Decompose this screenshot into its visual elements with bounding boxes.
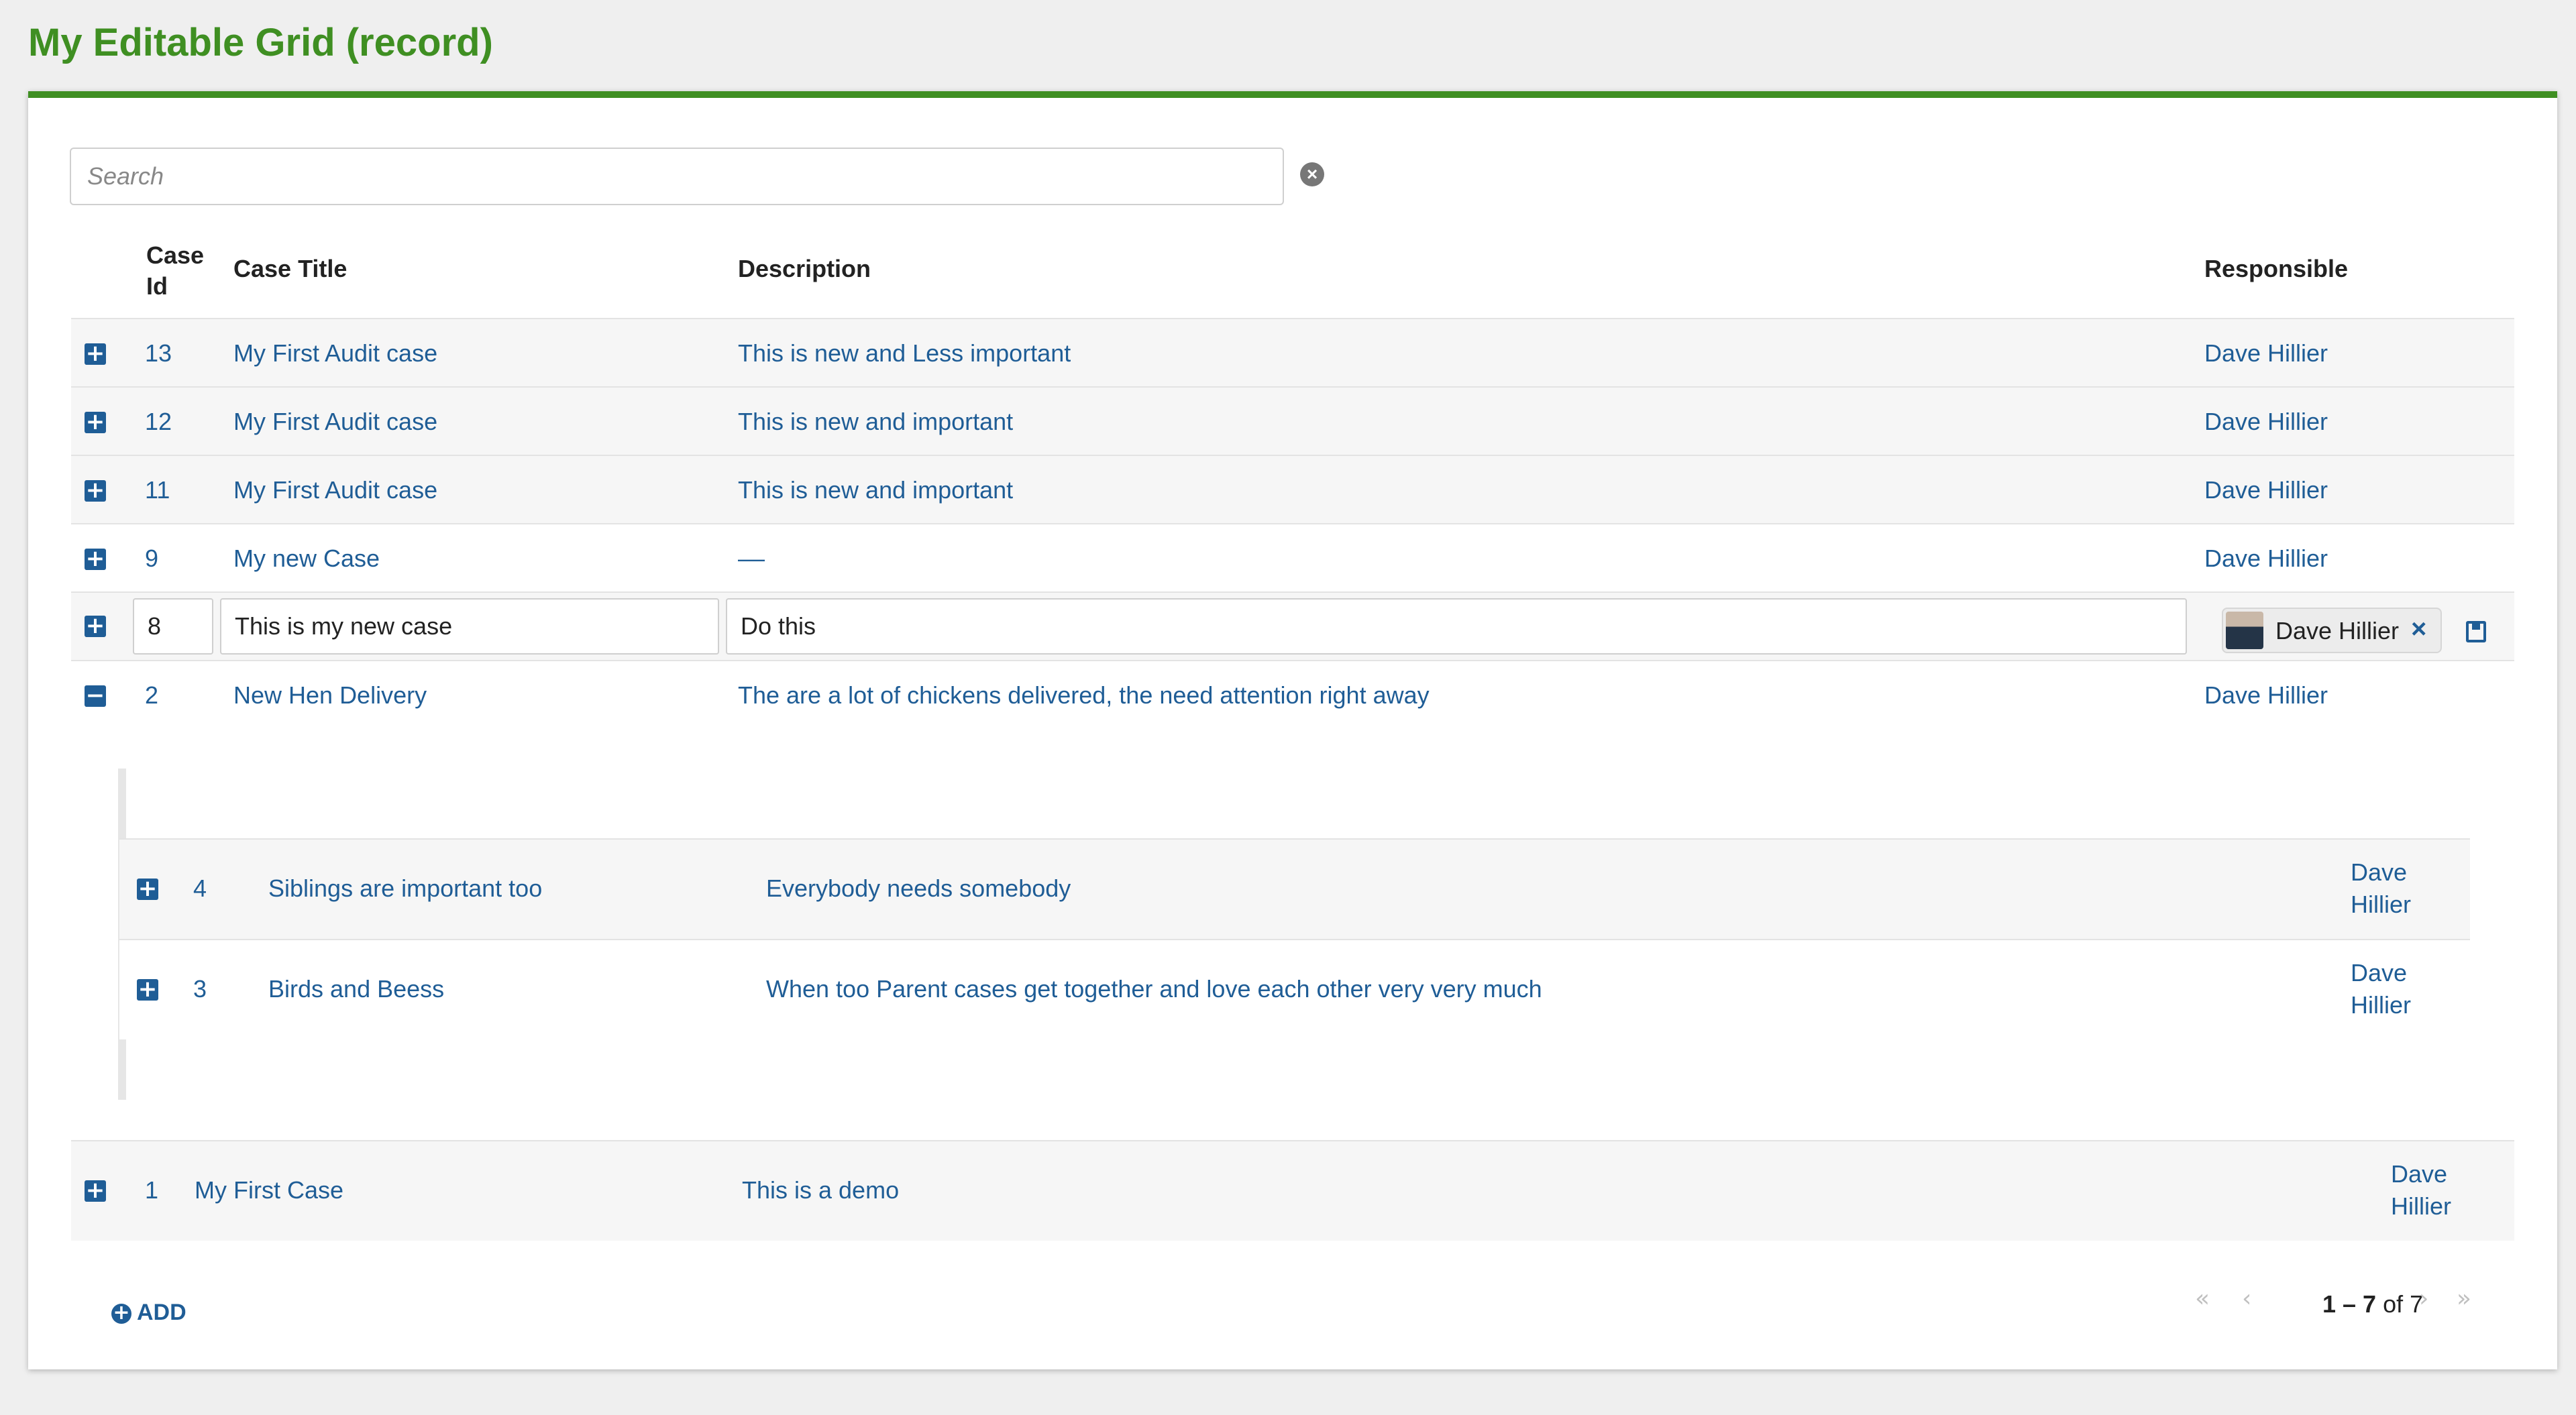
expand-row-icon[interactable]: + bbox=[85, 342, 106, 365]
case-title[interactable]: My First Audit case bbox=[233, 476, 437, 504]
table-row[interactable]: + 1 My First Case This is a demo Dave Hi… bbox=[71, 1140, 2514, 1241]
column-header-responsible[interactable]: Responsible bbox=[2204, 255, 2348, 283]
add-label: ADD bbox=[137, 1300, 186, 1325]
case-title[interactable]: My First Case bbox=[195, 1176, 343, 1204]
case-title[interactable]: New Hen Delivery bbox=[233, 681, 427, 710]
page-range: 1 – 7 bbox=[2322, 1290, 2377, 1318]
case-description[interactable]: The are a lot of chickens delivered, the… bbox=[738, 681, 1430, 710]
expanded-row[interactable]: − 2 New Hen Delivery The are a lot of ch… bbox=[71, 660, 2514, 728]
case-id[interactable]: 1 bbox=[145, 1176, 158, 1204]
expand-row-icon[interactable]: + bbox=[137, 978, 158, 1001]
case-description[interactable]: This is new and important bbox=[738, 476, 1013, 504]
child-row[interactable]: + 3 Birds and Beess When too Parent case… bbox=[119, 939, 2470, 1039]
case-responsible-first[interactable]: Dave bbox=[2351, 959, 2407, 987]
case-title[interactable]: My new Case bbox=[233, 545, 380, 573]
table-row[interactable]: + 13 My First Audit case This is new and… bbox=[71, 318, 2514, 386]
case-id[interactable]: 4 bbox=[193, 874, 207, 903]
column-header-case-title[interactable]: Case Title bbox=[233, 255, 347, 283]
column-header-case-id[interactable]: Case Id bbox=[146, 240, 207, 302]
table-row[interactable]: + 9 My new Case –– Dave Hillier bbox=[71, 523, 2514, 591]
case-responsible[interactable]: Dave Hillier bbox=[2204, 545, 2328, 573]
page-title: My Editable Grid (record) bbox=[28, 21, 493, 64]
child-row[interactable]: + 4 Siblings are important too Everybody… bbox=[119, 838, 2470, 939]
plus-circle-icon: + bbox=[111, 1303, 131, 1324]
first-page-icon[interactable]: « bbox=[2195, 1285, 2210, 1312]
responsible-user-picker[interactable]: Dave Hillier × bbox=[2222, 608, 2442, 653]
expand-row-icon[interactable]: + bbox=[85, 547, 106, 570]
description-input[interactable]: Do this bbox=[726, 598, 2187, 655]
case-description[interactable]: When too Parent cases get together and l… bbox=[766, 975, 1542, 1003]
previous-page-icon[interactable]: ‹ bbox=[2242, 1285, 2251, 1312]
expand-row-icon[interactable]: + bbox=[85, 479, 106, 502]
case-id[interactable]: 9 bbox=[145, 545, 158, 573]
pagination-status: 1 – 7 of 7 bbox=[2322, 1290, 2423, 1318]
case-responsible-last[interactable]: Hillier bbox=[2351, 891, 2411, 919]
case-responsible-last[interactable]: Hillier bbox=[2391, 1192, 2451, 1221]
case-id[interactable]: 2 bbox=[145, 681, 158, 710]
case-title[interactable]: Birds and Beess bbox=[268, 975, 444, 1003]
case-responsible[interactable]: Dave Hillier bbox=[2204, 681, 2328, 710]
case-responsible[interactable]: Dave Hillier bbox=[2204, 408, 2328, 436]
case-id-input[interactable]: 8 bbox=[133, 598, 213, 655]
case-id[interactable]: 13 bbox=[145, 339, 172, 367]
case-description[interactable]: –– bbox=[738, 545, 765, 573]
case-title[interactable]: My First Audit case bbox=[233, 408, 437, 436]
user-avatar bbox=[2226, 612, 2263, 649]
case-id[interactable]: 12 bbox=[145, 408, 172, 436]
case-description[interactable]: This is new and important bbox=[738, 408, 1013, 436]
save-row-icon[interactable] bbox=[2466, 621, 2486, 642]
case-title-input[interactable]: This is my new case bbox=[220, 598, 719, 655]
table-row[interactable]: + 11 My First Audit case This is new and… bbox=[71, 455, 2514, 523]
last-page-icon[interactable]: » bbox=[2457, 1285, 2471, 1312]
case-responsible[interactable]: Dave Hillier bbox=[2204, 339, 2328, 367]
page: My Editable Grid (record) × Case Id Case… bbox=[0, 0, 2576, 1415]
case-id[interactable]: 11 bbox=[145, 476, 170, 504]
case-id[interactable]: 3 bbox=[193, 975, 207, 1003]
collapse-row-icon[interactable]: − bbox=[85, 684, 106, 707]
case-title[interactable]: Siblings are important too bbox=[268, 874, 542, 903]
next-page-icon[interactable]: › bbox=[2419, 1285, 2428, 1312]
search-input[interactable] bbox=[70, 148, 1284, 205]
case-responsible-first[interactable]: Dave bbox=[2351, 858, 2407, 887]
remove-user-icon[interactable]: × bbox=[2411, 614, 2426, 644]
pagination-of-label: of bbox=[2383, 1290, 2404, 1318]
clear-search-icon[interactable]: × bbox=[1300, 162, 1324, 186]
expand-row-icon[interactable]: + bbox=[85, 1179, 106, 1202]
expand-row-icon[interactable]: + bbox=[85, 614, 106, 637]
table-row[interactable]: + 12 My First Audit case This is new and… bbox=[71, 386, 2514, 455]
case-title[interactable]: My First Audit case bbox=[233, 339, 437, 367]
grid-card: × Case Id Case Title Description Respons… bbox=[28, 91, 2557, 1369]
responsible-name: Dave Hillier bbox=[2275, 617, 2400, 644]
column-header-description[interactable]: Description bbox=[738, 255, 871, 283]
case-description[interactable]: Everybody needs somebody bbox=[766, 874, 1071, 903]
case-description[interactable]: This is a demo bbox=[742, 1176, 899, 1204]
case-responsible-first[interactable]: Dave bbox=[2391, 1160, 2447, 1188]
add-row-button[interactable]: + ADD bbox=[111, 1300, 186, 1326]
expand-row-icon[interactable]: + bbox=[137, 877, 158, 900]
case-description[interactable]: This is new and Less important bbox=[738, 339, 1071, 367]
case-responsible-last[interactable]: Hillier bbox=[2351, 991, 2411, 1019]
expand-row-icon[interactable]: + bbox=[85, 410, 106, 433]
case-responsible[interactable]: Dave Hillier bbox=[2204, 476, 2328, 504]
